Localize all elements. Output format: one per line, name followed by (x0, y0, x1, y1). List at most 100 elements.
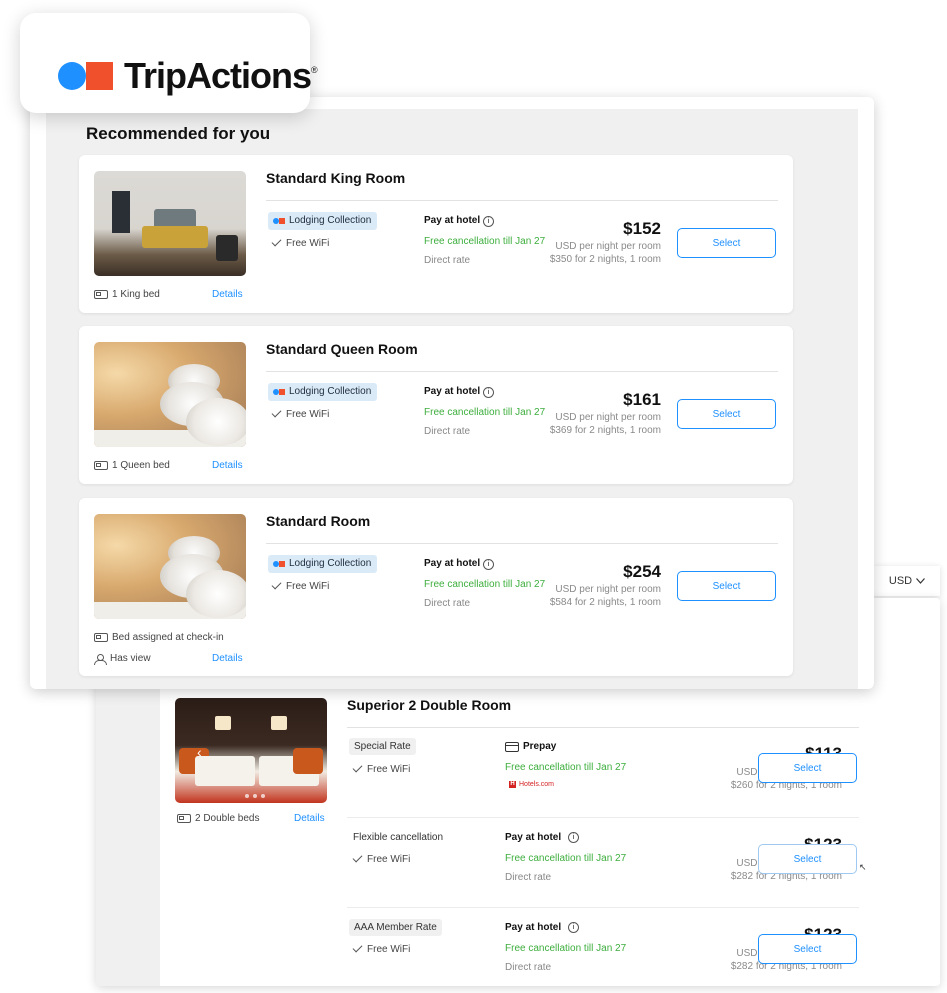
brand-name: TripActions® (124, 55, 318, 96)
logo-square-icon (86, 62, 113, 90)
divider (347, 727, 859, 728)
details-link[interactable]: Details (294, 813, 325, 824)
payment-type: Pay at hotel i (424, 386, 495, 398)
person-icon (94, 653, 107, 665)
divider (266, 371, 778, 372)
cancellation-policy: Free cancellation till Jan 27 (424, 236, 546, 247)
check-icon (271, 579, 282, 590)
price-per-night: USD per night per room (555, 412, 661, 423)
bed-icon (177, 814, 191, 823)
room-card-superior: ‹ 2 Double beds Details Superior 2 Doubl… (160, 686, 874, 986)
chevron-down-icon (916, 578, 926, 584)
details-link[interactable]: Details (212, 653, 243, 664)
info-icon[interactable]: i (483, 216, 495, 227)
rate-type: Direct rate (424, 426, 471, 437)
select-button[interactable]: Select (758, 934, 857, 964)
hotels-h-icon: H (509, 781, 516, 788)
price: $152 (623, 219, 661, 238)
payment-type: Pay at hotel i (424, 558, 495, 570)
carousel-dots (245, 794, 265, 798)
wifi-info: Free WiFi (271, 407, 329, 420)
rate-type: Direct rate (505, 962, 552, 973)
lodging-collection-badge: Lodging Collection (268, 212, 378, 230)
bed-icon (94, 290, 108, 299)
bed-info: 1 King bed (94, 289, 160, 300)
badge-square-icon (279, 389, 285, 395)
lamp-shape (271, 716, 287, 730)
cursor-icon: ↖ (859, 862, 867, 872)
section-title: Recommended for you (86, 124, 271, 143)
chair-shape (216, 235, 238, 261)
price-total: $350 for 2 nights, 1 room (549, 254, 661, 265)
check-icon (352, 762, 363, 773)
rate-type: Direct rate (505, 872, 552, 883)
cancellation-policy: Free cancellation till Jan 27 (424, 407, 546, 418)
room-card-queen: 1 Queen bed Details Standard Queen Room … (79, 326, 793, 484)
brand-logo-card: TripActions® (20, 13, 318, 113)
room-name: Standard King Room (266, 170, 406, 186)
select-button[interactable]: Select (677, 571, 776, 601)
info-icon[interactable]: i (483, 387, 495, 398)
lodging-collection-badge: Lodging Collection (268, 555, 378, 573)
divider (266, 200, 778, 201)
rate-type: Direct rate (424, 255, 471, 266)
rate-type: Direct rate (424, 598, 471, 609)
cancellation-policy: Free cancellation till Jan 27 (424, 579, 546, 590)
divider (347, 907, 859, 908)
wifi-info: Free WiFi (271, 579, 329, 592)
carousel-prev-icon[interactable]: ‹ (197, 744, 202, 760)
payment-type: Prepay (505, 741, 556, 752)
currency-selector[interactable]: USD (874, 566, 940, 596)
details-link[interactable]: Details (212, 460, 243, 471)
room-card-king: 1 King bed Details Standard King Room Lo… (79, 155, 793, 313)
badge-square-icon (279, 561, 285, 567)
bed-icon (94, 461, 108, 470)
lamp-shape (215, 716, 231, 730)
divider (266, 543, 778, 544)
pillow-shape (293, 748, 323, 774)
divider (347, 817, 859, 818)
price-total: $584 for 2 nights, 1 room (549, 597, 661, 608)
room-photo-superior[interactable]: ‹ (175, 698, 327, 803)
info-icon[interactable]: i (483, 559, 495, 570)
price-per-night: USD per night per room (555, 584, 661, 595)
logo-dot-icon (58, 62, 86, 90)
room-photo-queen[interactable] (94, 342, 246, 447)
room-card-standard: Bed assigned at check-in Has view Detail… (79, 498, 793, 676)
view-info: Has view (94, 653, 151, 665)
price-per-night: USD per night per room (555, 241, 661, 252)
credit-card-icon (505, 741, 519, 752)
details-link[interactable]: Details (212, 289, 243, 300)
bed-shape (142, 226, 208, 248)
room-photo-standard[interactable] (94, 514, 246, 619)
room-name: Standard Queen Room (266, 341, 418, 357)
price: $254 (623, 562, 661, 581)
payment-type: Pay at hotel i (505, 922, 580, 933)
bed-info: Bed assigned at check-in (94, 632, 224, 643)
rate-name-badge: AAA Member Rate (349, 919, 442, 936)
select-button[interactable]: Select (758, 844, 857, 874)
select-button[interactable]: Select (677, 228, 776, 258)
price: $161 (623, 390, 661, 409)
room-photo-king[interactable] (94, 171, 246, 276)
payment-type: Pay at hotel i (424, 215, 495, 227)
price-total: $369 for 2 nights, 1 room (549, 425, 661, 436)
room-name: Superior 2 Double Room (347, 697, 512, 713)
cancellation-policy: Free cancellation till Jan 27 (505, 853, 627, 864)
provider-logo: H Hotels.com (509, 781, 555, 788)
select-button[interactable]: Select (758, 753, 857, 783)
wifi-info: Free WiFi (271, 236, 329, 249)
bed-info: 1 Queen bed (94, 460, 170, 471)
rate-name: Flexible cancellation (353, 832, 444, 843)
wifi-info: Free WiFi (352, 942, 410, 955)
currency-label: USD (888, 575, 913, 587)
info-icon[interactable]: i (568, 832, 580, 843)
cancellation-policy: Free cancellation till Jan 27 (505, 943, 627, 954)
wifi-info: Free WiFi (352, 852, 410, 865)
info-icon[interactable]: i (568, 922, 580, 933)
lodging-collection-badge: Lodging Collection (268, 383, 378, 401)
room-name: Standard Room (266, 513, 371, 529)
window-shape (112, 191, 130, 233)
select-button[interactable]: Select (677, 399, 776, 429)
bed-icon (94, 633, 108, 642)
